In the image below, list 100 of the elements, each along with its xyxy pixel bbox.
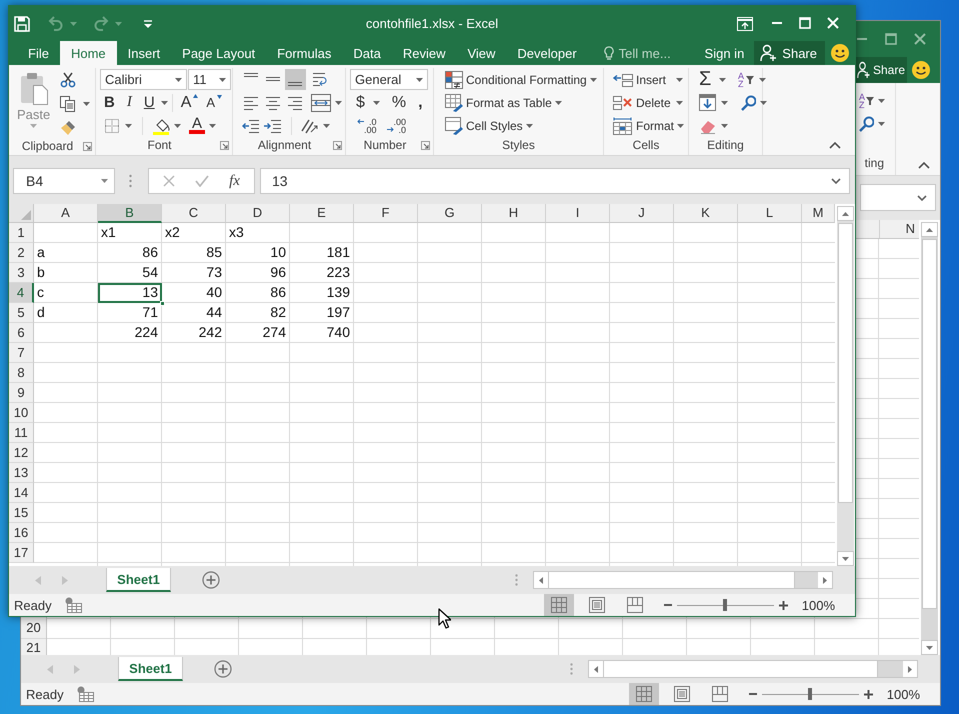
- close-icon[interactable]: [914, 33, 926, 45]
- ribbon-tab[interactable]: Insert: [116, 41, 172, 65]
- formula-field[interactable]: 13: [260, 168, 850, 194]
- column-header[interactable]: D: [226, 204, 290, 223]
- scrollbar-thumb[interactable]: [922, 239, 937, 609]
- shrink-font-button[interactable]: A: [202, 95, 226, 110]
- caret-icon[interactable]: [323, 124, 330, 128]
- scroll-down-button[interactable]: [837, 551, 854, 566]
- table-cell[interactable]: 86: [226, 283, 290, 303]
- table-cell[interactable]: 40: [162, 283, 226, 303]
- smiley-icon[interactable]: [911, 60, 931, 80]
- table-cell[interactable]: 242: [162, 323, 226, 343]
- table-cell[interactable]: c: [34, 283, 98, 303]
- caret-icon[interactable]: [721, 124, 728, 128]
- ribbon-tab[interactable]: Page Layout: [171, 41, 266, 65]
- caret-icon[interactable]: [101, 179, 108, 183]
- row-header[interactable]: 12: [9, 443, 34, 463]
- scroll-left-button[interactable]: [534, 572, 548, 588]
- smiley-icon[interactable]: [830, 43, 850, 63]
- sheet-tab[interactable]: Sheet1: [118, 657, 183, 681]
- caret-icon[interactable]: [174, 124, 181, 128]
- bold-button[interactable]: B: [100, 94, 119, 111]
- vertical-scrollbar[interactable]: [921, 222, 938, 655]
- row-header[interactable]: 1: [9, 223, 34, 243]
- row-header[interactable]: 20: [21, 619, 46, 639]
- scrollbar-thumb[interactable]: [548, 572, 795, 588]
- macro-recording-icon[interactable]: [64, 597, 82, 613]
- decrease-decimal-button[interactable]: .00 .0: [384, 116, 410, 136]
- find-icon[interactable]: [740, 94, 756, 110]
- table-cell[interactable]: 197: [290, 303, 354, 323]
- percent-button[interactable]: %: [388, 94, 410, 112]
- dialog-launcher-icon[interactable]: [220, 140, 229, 150]
- caret-icon[interactable]: [878, 98, 885, 102]
- row-header[interactable]: 5: [9, 303, 34, 323]
- table-cell[interactable]: 740: [290, 323, 354, 343]
- column-header[interactable]: N: [879, 220, 919, 238]
- caret-icon[interactable]: [554, 100, 562, 104]
- collapse-ribbon-icon[interactable]: [918, 161, 930, 169]
- share-button[interactable]: Share: [854, 57, 907, 83]
- ribbon-tab[interactable]: File: [17, 41, 60, 65]
- scroll-right-button[interactable]: [903, 661, 917, 677]
- caret-icon[interactable]: [721, 100, 728, 104]
- row-header[interactable]: 9: [9, 383, 34, 403]
- column-header[interactable]: J: [610, 204, 674, 223]
- column-header[interactable]: E: [290, 204, 354, 223]
- column-header[interactable]: F: [354, 204, 418, 223]
- dialog-launcher-icon[interactable]: [421, 140, 430, 150]
- normal-view-button[interactable]: [628, 683, 659, 705]
- macro-recording-icon[interactable]: [76, 686, 94, 702]
- horizontal-scrollbar[interactable]: [588, 660, 918, 678]
- autosum-button[interactable]: Σ: [695, 68, 719, 91]
- column-header[interactable]: H: [482, 204, 546, 223]
- zoom-out-icon[interactable]: [664, 601, 672, 609]
- font-color-button[interactable]: A: [189, 117, 206, 134]
- ribbon-tab[interactable]: View: [456, 41, 506, 65]
- zoom-in-icon[interactable]: [778, 600, 788, 610]
- ribbon-tab[interactable]: Home: [60, 41, 117, 65]
- row-header[interactable]: 6: [9, 323, 34, 343]
- zoom-slider-thumb[interactable]: [723, 599, 728, 611]
- font-size-dropdown[interactable]: 11: [188, 69, 231, 90]
- cut-icon[interactable]: [60, 72, 76, 88]
- row-header[interactable]: 14: [9, 483, 34, 503]
- row-header[interactable]: 15: [9, 503, 34, 523]
- caret-icon[interactable]: [160, 100, 168, 104]
- scrollbar-thumb[interactable]: [603, 661, 878, 677]
- ribbon-display-options-icon[interactable]: [737, 16, 753, 30]
- table-cell[interactable]: a: [34, 243, 98, 263]
- format-as-table-button[interactable]: Format as Table: [442, 92, 565, 114]
- table-cell[interactable]: 181: [290, 243, 354, 263]
- row-header[interactable]: 17: [9, 543, 34, 563]
- column-header[interactable]: B: [98, 204, 162, 223]
- table-cell[interactable]: 86: [98, 243, 162, 263]
- column-header[interactable]: I: [546, 204, 610, 223]
- table-cell[interactable]: 13: [98, 283, 162, 303]
- caret-icon[interactable]: [335, 100, 342, 104]
- horizontal-scrollbar[interactable]: [533, 571, 833, 589]
- row-header[interactable]: 8: [9, 363, 34, 383]
- paintbrush-icon[interactable]: [60, 120, 76, 136]
- row-header[interactable]: 13: [9, 463, 34, 483]
- insert-function-button[interactable]: fx: [229, 172, 240, 190]
- vertical-scrollbar[interactable]: [837, 206, 854, 566]
- underline-button[interactable]: U: [140, 94, 159, 111]
- ribbon-tab[interactable]: Developer: [506, 41, 588, 65]
- column-header[interactable]: C: [162, 204, 226, 223]
- zoom-out-icon[interactable]: [748, 690, 757, 698]
- expand-icon[interactable]: [831, 178, 841, 184]
- comma-button[interactable]: ,: [414, 94, 427, 112]
- save-icon[interactable]: [14, 16, 30, 32]
- splitter-dots-icon[interactable]: [570, 663, 573, 675]
- caret-icon[interactable]: [676, 100, 683, 104]
- scrollbar-thumb[interactable]: [838, 223, 853, 503]
- caret-icon[interactable]: [83, 102, 90, 106]
- bottom-align-icon[interactable]: [285, 69, 306, 90]
- enter-check-icon[interactable]: [195, 175, 210, 187]
- row-header[interactable]: 11: [9, 423, 34, 443]
- format-button[interactable]: Format: [610, 114, 686, 136]
- column-header[interactable]: L: [738, 204, 802, 223]
- sheet-tab[interactable]: Sheet1: [106, 568, 171, 592]
- find-icon[interactable]: [858, 116, 874, 132]
- row-header[interactable]: 7: [9, 343, 34, 363]
